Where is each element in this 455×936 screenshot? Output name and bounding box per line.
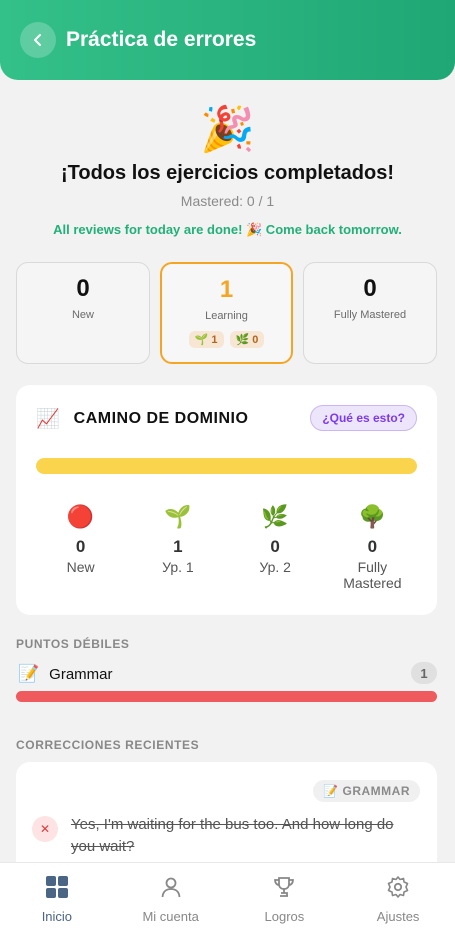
weak-points-heading: PUNTOS DÉBILES bbox=[16, 637, 130, 651]
level-1-chip: 🌱 1 bbox=[188, 331, 224, 348]
mastery-path-card: 📈 CAMINO DE DOMINIO ¿Qué es esto? 🔴 0 Ne… bbox=[16, 385, 437, 615]
close-icon: ✕ bbox=[32, 816, 58, 842]
nav-label: Ajustes bbox=[376, 909, 420, 924]
mastery-title: CAMINO DE DOMINIO bbox=[73, 410, 249, 427]
weak-point-count: 1 bbox=[411, 662, 437, 684]
mastery-progress-fill bbox=[36, 458, 417, 474]
level-label: Ур. 1 bbox=[162, 559, 194, 575]
chart-increasing-icon: 📈 bbox=[36, 409, 60, 430]
level-count: 0 bbox=[270, 537, 280, 556]
stat-value: 0 bbox=[363, 275, 377, 302]
page-title: Práctica de errores bbox=[66, 28, 257, 51]
level-label: Fully Mastered bbox=[343, 559, 402, 591]
level-count: 0 bbox=[75, 537, 86, 556]
nav-item-inicio[interactable]: Inicio bbox=[0, 863, 114, 936]
level-count: 1 bbox=[173, 537, 183, 556]
nav-label: Logros bbox=[264, 909, 305, 924]
nav-item-ajustes[interactable]: Ajustes bbox=[341, 863, 455, 936]
herb-icon: 🌿 bbox=[235, 334, 250, 346]
category-tag: 📝 GRAMMAR bbox=[313, 780, 420, 802]
app-header: Práctica de errores bbox=[0, 0, 455, 80]
level-count: 0 bbox=[367, 537, 378, 556]
weak-point-bar bbox=[16, 691, 437, 702]
stat-card-learning: 1 Learning 🌱 1 🌿 0 bbox=[160, 262, 293, 364]
chip-count: 0 bbox=[252, 334, 259, 346]
nav-item-mi-cuenta[interactable]: Mi cuenta bbox=[114, 863, 228, 936]
chip-count: 1 bbox=[211, 334, 218, 346]
level-fully-mastered: 🌳 0 Fully Mastered bbox=[324, 503, 421, 591]
weak-point-name: Grammar bbox=[49, 665, 113, 683]
bottom-nav: Inicio Mi cuenta Logros Ajustes bbox=[0, 862, 455, 936]
grid-icon bbox=[45, 876, 68, 898]
completion-title: ¡Todos los ejercicios completados! bbox=[60, 162, 395, 184]
nav-item-logros[interactable]: Logros bbox=[228, 863, 342, 936]
stat-value: 1 bbox=[219, 276, 234, 303]
chevron-left-icon bbox=[34, 34, 41, 46]
memo-icon: 📝 bbox=[18, 664, 40, 683]
weak-point-item[interactable]: 📝 Grammar 1 bbox=[16, 662, 437, 686]
stat-label: Fully Mastered bbox=[333, 309, 407, 321]
stat-label: New bbox=[71, 309, 94, 321]
trophy-icon bbox=[274, 877, 295, 897]
level-2-chip: 🌿 0 bbox=[229, 331, 265, 348]
stat-value: 0 bbox=[76, 275, 90, 302]
level-new: 🔴 0 New bbox=[32, 503, 129, 591]
stat-card-new: 0 New bbox=[16, 262, 150, 364]
incorrect-sentence: Yes, I'm waiting for the bus too. And ho… bbox=[71, 816, 394, 855]
stat-label: Learning bbox=[205, 310, 248, 322]
back-button[interactable] bbox=[20, 22, 56, 58]
stat-card-fully-mastered: 0 Fully Mastered bbox=[303, 262, 437, 364]
seedling-icon: 🌱 bbox=[194, 334, 209, 346]
nav-label: Mi cuenta bbox=[142, 909, 199, 924]
nav-label: Inicio bbox=[41, 909, 73, 924]
red-circle-icon: 🔴 bbox=[66, 504, 95, 529]
what-is-this-button[interactable]: ¿Qué es esto? bbox=[310, 405, 417, 431]
mastered-count: Mastered: 0 / 1 bbox=[180, 193, 275, 209]
seedling-icon: 🌱 bbox=[164, 504, 192, 529]
user-icon bbox=[161, 877, 181, 898]
gear-icon bbox=[387, 876, 409, 898]
level-label: Ур. 2 bbox=[259, 559, 291, 575]
tree-icon: 🌳 bbox=[358, 504, 387, 529]
party-popper-icon: 🎉 bbox=[200, 105, 255, 154]
herb-icon: 🌿 bbox=[261, 504, 289, 529]
level-2: 🌿 0 Ур. 2 bbox=[227, 503, 324, 591]
level-label: New bbox=[66, 559, 95, 575]
mastery-progress-bar bbox=[36, 458, 417, 474]
level-1: 🌱 1 Ур. 1 bbox=[129, 503, 226, 591]
recent-corrections-heading: CORRECCIONES RECIENTES bbox=[16, 738, 200, 752]
reviews-done-note: All reviews for today are done! 🎉 Come b… bbox=[53, 222, 402, 237]
